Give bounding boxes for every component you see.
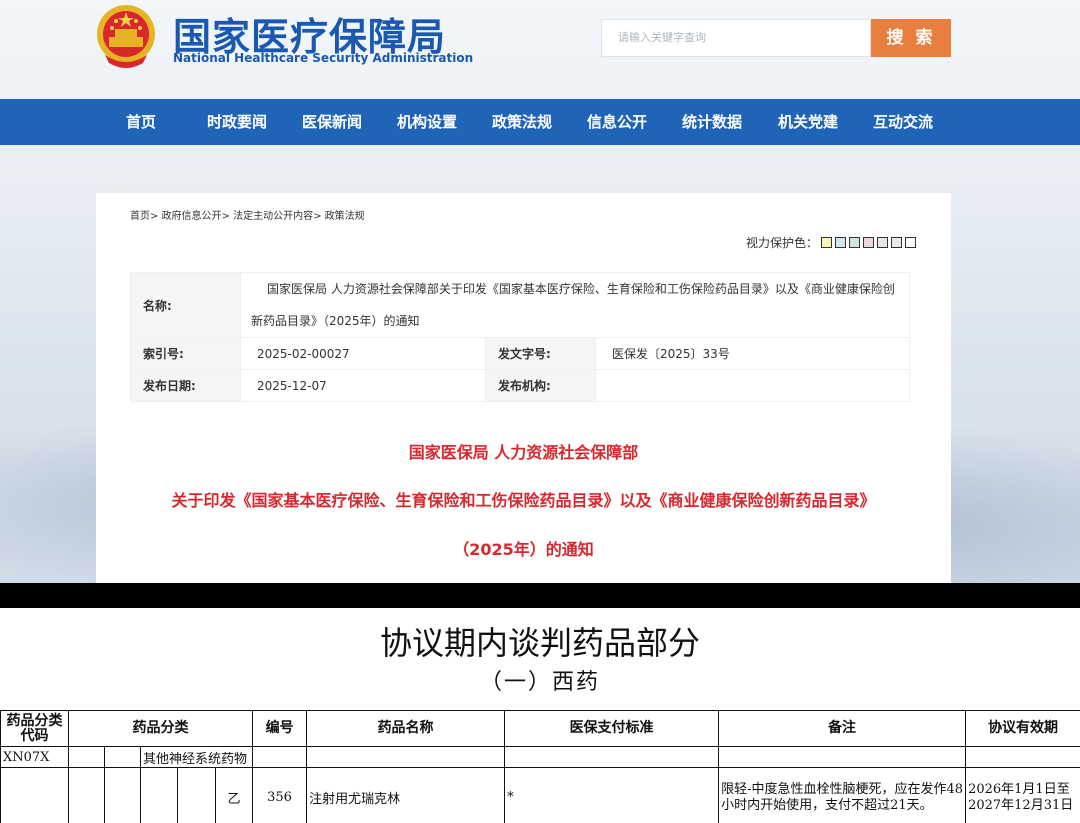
headline-line-2: 关于印发《国家基本医疗保险、生育保险和工伤保险药品目录》以及《商业健康保险创新药… (171, 491, 876, 510)
headline-line-3: （2025年）的通知 (453, 540, 594, 559)
publish-org (595, 369, 910, 402)
agreement-validity: 2026年1月1日至2027年12月31日 (965, 767, 1080, 823)
content-panel: 首页> 政府信息公开> 法定主动公开内容> 政策法规 视力保护色： 名称: 国家… (96, 193, 951, 583)
nav-item-news[interactable]: 医保新闻 (302, 99, 362, 145)
column-header: 编号 (252, 710, 308, 747)
drug-table: 药品分类代码 药品分类 编号 药品名称 医保支付标准 备注 协议有效期 XN07… (0, 710, 1080, 823)
meta-label: 发布日期: (130, 369, 241, 402)
nav-item-statistics[interactable]: 统计数据 (682, 99, 742, 145)
nav-item-current-affairs[interactable]: 时政要闻 (207, 99, 267, 145)
document-excerpt: 协议期内谈判药品部分 （一）西药 药品分类代码 药品分类 编号 药品名称 医保支… (0, 608, 1080, 823)
color-swatch[interactable] (863, 237, 875, 248)
document-subheading: （一）西药 (479, 670, 600, 695)
nav-item-interaction[interactable]: 互动交流 (873, 99, 933, 145)
document-heading: 协议期内谈判药品部分 (379, 624, 700, 662)
meta-label: 名称: (130, 272, 241, 338)
column-header: 药品名称 (306, 710, 506, 747)
color-swatch[interactable] (891, 237, 903, 248)
color-swatch[interactable] (905, 237, 917, 248)
drug-grade: 乙 (214, 767, 254, 823)
search-input[interactable]: 请输入关键字查询 (601, 19, 871, 57)
black-divider (0, 583, 1080, 608)
site-title-en[interactable]: National Healthcare Security Administrat… (173, 51, 473, 65)
headline-line-1: 国家医保局 人力资源社会保障部 (408, 443, 639, 462)
eye-protection-label: 视力保护色： (746, 236, 819, 250)
index-number: 2025-02-00027 (240, 337, 486, 370)
main-nav: 首页 时政要闻 医保新闻 机构设置 政策法规 信息公开 统计数据 机关党建 互动… (0, 99, 1080, 145)
column-header: 医保支付标准 (504, 710, 720, 747)
nav-item-party[interactable]: 机关党建 (778, 99, 838, 145)
color-swatch[interactable] (877, 237, 889, 248)
nav-item-home[interactable]: 首页 (126, 99, 156, 145)
meta-label: 发文字号: (485, 337, 596, 370)
table-header-row: 药品分类代码 药品分类 编号 药品名称 医保支付标准 备注 协议有效期 (0, 710, 1080, 747)
color-swatch[interactable] (849, 237, 861, 248)
drug-number: 356 (252, 767, 308, 823)
nav-item-disclosure[interactable]: 信息公开 (587, 99, 647, 145)
web-page: 国家医疗保障局 National Healthcare Security Adm… (0, 0, 1080, 583)
column-header: 协议有效期 (965, 710, 1080, 747)
column-header: 备注 (718, 710, 967, 747)
color-swatch[interactable] (821, 237, 833, 248)
column-header: 药品分类代码 (0, 710, 69, 747)
search-button[interactable]: 搜 索 (871, 19, 951, 57)
payment-standard: * (504, 767, 720, 823)
table-row: 乙 356 注射用尤瑞克林 * 限轻-中度急性血栓性脑梗死，应在发作48小时内开… (0, 767, 1080, 823)
publish-date: 2025-12-07 (240, 369, 486, 402)
drug-remarks: 限轻-中度急性血栓性脑梗死，应在发作48小时内开始使用，支付不超过21天。 (718, 767, 967, 823)
document-title-value: 国家医保局 人力资源社会保障部关于印发《国家基本医疗保险、生育保险和工伤保险药品… (240, 272, 910, 338)
color-swatch[interactable] (835, 237, 847, 248)
document-number: 医保发〔2025〕33号 (595, 337, 910, 370)
eye-protection-colors: 视力保护色： (746, 234, 917, 251)
breadcrumb[interactable]: 首页> 政府信息公开> 法定主动公开内容> 政策法规 (130, 207, 365, 222)
meta-label: 索引号: (130, 337, 241, 370)
table-row: XN07X 其他神经系统药物 (0, 746, 1080, 768)
category-code: XN07X (0, 746, 69, 768)
meta-label: 发布机构: (485, 369, 596, 402)
column-header: 药品分类 (67, 710, 254, 747)
national-emblem-icon (97, 5, 155, 68)
nav-item-organization[interactable]: 机构设置 (397, 99, 457, 145)
site-header: 国家医疗保障局 National Healthcare Security Adm… (0, 0, 1080, 99)
document-meta-table: 名称: 国家医保局 人力资源社会保障部关于印发《国家基本医疗保险、生育保险和工伤… (130, 272, 910, 402)
drug-name: 注射用尤瑞克林 (306, 767, 506, 823)
category-name: 其他神经系统药物 (139, 746, 254, 768)
nav-item-policy[interactable]: 政策法规 (492, 99, 552, 145)
